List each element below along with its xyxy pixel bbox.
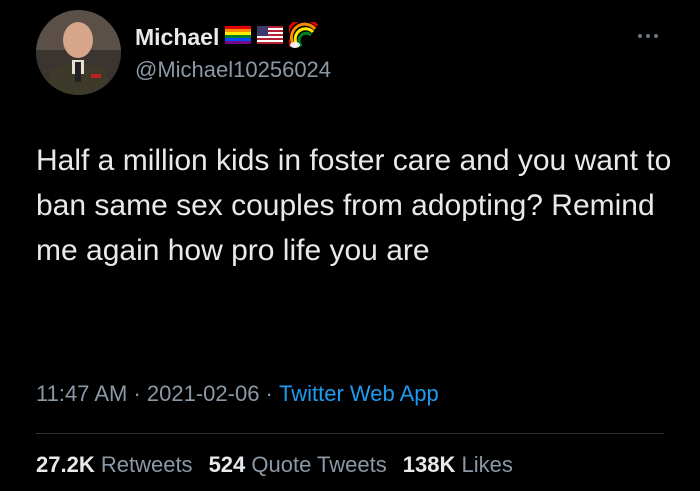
dot (654, 34, 658, 38)
author-name-row[interactable]: Michael (135, 17, 319, 53)
rainbow-flag-icon (225, 25, 252, 50)
author-handle[interactable]: @Michael10256024 (135, 57, 331, 83)
us-flag-icon (257, 25, 284, 50)
likes-stat[interactable]: 138K Likes (403, 452, 513, 478)
likes-label: Likes (461, 452, 513, 477)
avatar[interactable] (36, 10, 121, 95)
engagement-stats: 27.2K Retweets 524 Quote Tweets 138K Lik… (36, 452, 513, 478)
retweets-count: 27.2K (36, 452, 95, 477)
tweet-metadata: 11:47 AM · 2021-02-06 · Twitter Web App (36, 381, 439, 407)
dot (638, 34, 642, 38)
tweet-text: Half a million kids in foster care and y… (36, 144, 672, 267)
more-options-icon[interactable] (638, 26, 664, 46)
tweet-time[interactable]: 11:47 AM (36, 381, 127, 407)
likes-count: 138K (402, 452, 456, 477)
tweet-source-link[interactable]: Twitter Web App (279, 381, 439, 407)
rainbow-icon (286, 17, 319, 53)
retweets-stat[interactable]: 27.2K Retweets (36, 452, 193, 478)
divider (36, 433, 664, 434)
quote-tweets-label: Quote Tweets (251, 452, 387, 477)
retweets-label: Retweets (100, 452, 193, 477)
dot (646, 34, 650, 38)
tweet-date[interactable]: 2021-02-06 (147, 381, 260, 407)
quote-tweets-count: 524 (208, 452, 246, 477)
display-name[interactable]: Michael (135, 24, 219, 51)
separator: · (127, 381, 147, 406)
quote-tweets-stat[interactable]: 524 Quote Tweets (209, 452, 387, 478)
separator: · (259, 381, 279, 406)
